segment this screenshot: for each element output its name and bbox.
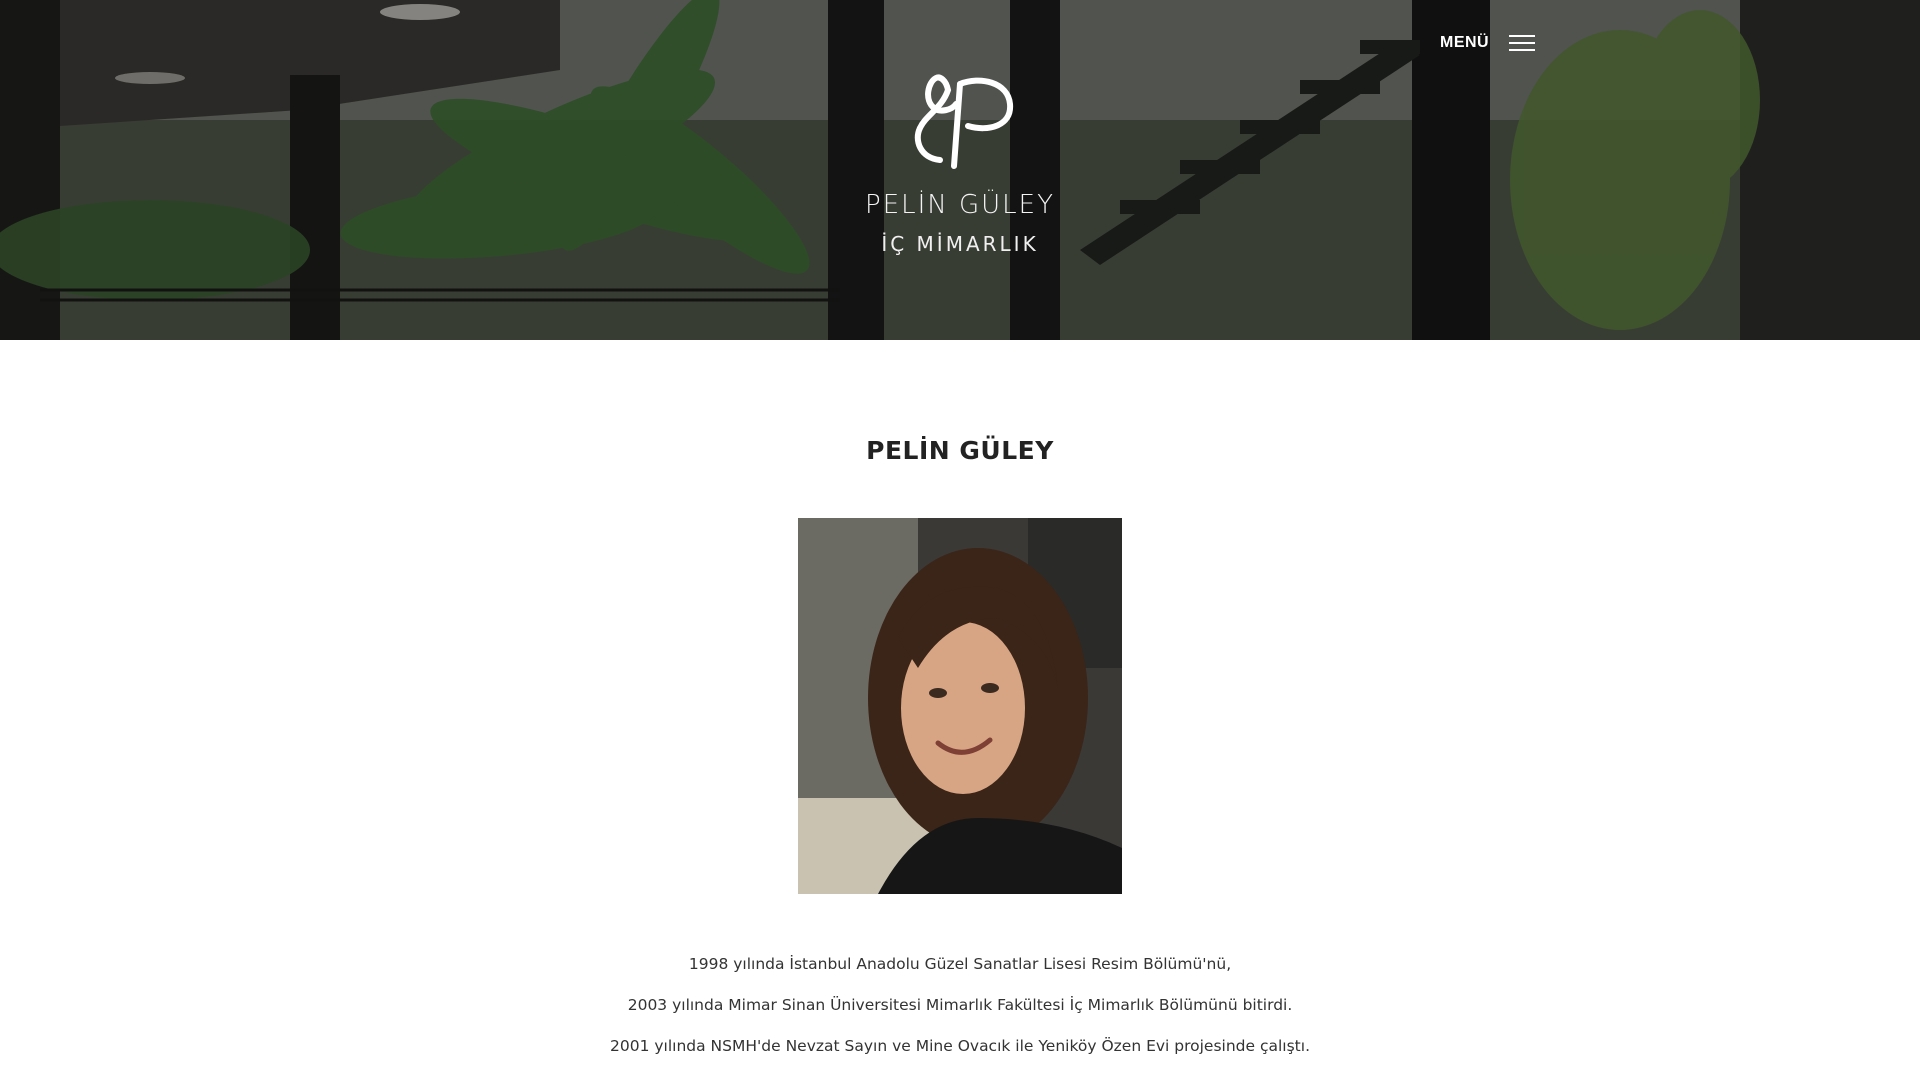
pg-monogram-logo[interactable] <box>900 70 1020 170</box>
brand-name: PELİN GÜLEY <box>865 190 1055 220</box>
brand-subtitle: İÇ MİMARLIK <box>881 232 1039 256</box>
brand-block[interactable]: PELİN GÜLEY İÇ MİMARLIK <box>0 70 1920 256</box>
bio-line: 2003 yılında Mimar Sinan Üniversitesi Mi… <box>627 996 1293 1014</box>
hamburger-icon[interactable] <box>1509 34 1536 52</box>
portrait-photo <box>798 518 1122 894</box>
bio-line: 2001 yılında NSMH'de Nevzat Sayın ve Min… <box>610 1037 1310 1055</box>
bio-text: 1998 yılında İstanbul Anadolu Güzel Sana… <box>0 952 1920 1075</box>
page-title: PELİN GÜLEY <box>866 436 1054 465</box>
hero-header: PELİN GÜLEY İÇ MİMARLIK MENÜ <box>0 0 1920 340</box>
bio-line: 1998 yılında İstanbul Anadolu Güzel Sana… <box>688 955 1232 973</box>
menu-label: MENÜ <box>1440 34 1490 51</box>
menu-button[interactable]: MENÜ <box>1440 34 1536 52</box>
